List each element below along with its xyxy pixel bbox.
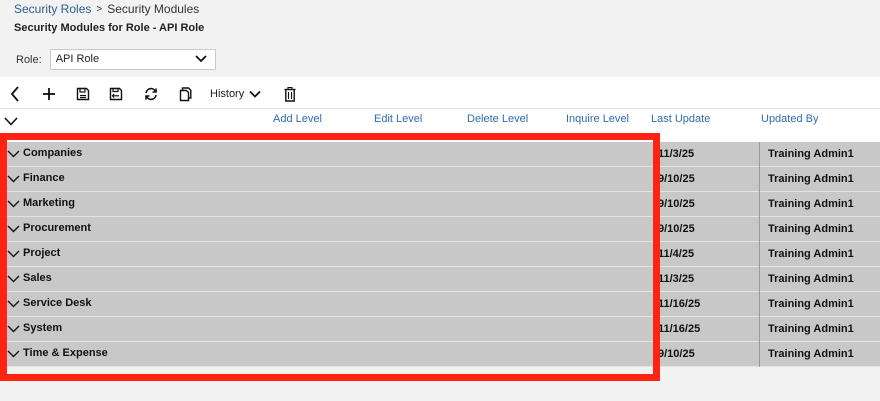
chevron-down-icon[interactable] — [7, 175, 20, 183]
breadcrumb-separator: > — [96, 3, 103, 15]
breadcrumb: Security Roles > Security Modules — [14, 2, 199, 16]
breadcrumb-current: Security Modules — [107, 2, 200, 16]
last-update-value: 9/10/25 — [658, 198, 695, 210]
refresh-button[interactable] — [142, 85, 160, 103]
column-divider — [759, 242, 760, 267]
module-name: Project — [23, 247, 61, 259]
module-name: Finance — [23, 172, 65, 184]
chevron-down-icon[interactable] — [7, 350, 20, 358]
chevron-down-icon[interactable] — [7, 200, 20, 208]
copy-icon — [179, 86, 191, 101]
last-update-value: 11/16/25 — [658, 323, 701, 335]
last-update-value: 9/10/25 — [658, 223, 695, 235]
page-title: Security Modules for Role - API Role — [14, 22, 205, 34]
back-icon — [10, 86, 19, 102]
module-name: Sales — [23, 272, 52, 284]
table-row[interactable]: Service Desk 11/16/25 Training Admin1 — [0, 292, 880, 317]
last-update-value: 11/3/25 — [658, 148, 695, 160]
breadcrumb-security-roles-link[interactable]: Security Roles — [14, 2, 91, 16]
table-row[interactable]: Project 11/4/25 Training Admin1 — [0, 242, 880, 267]
updated-by-value: Training Admin1 — [768, 198, 854, 210]
module-name: Time & Expense — [23, 347, 108, 359]
column-divider — [759, 192, 760, 217]
updated-by-value: Training Admin1 — [768, 148, 854, 160]
last-update-value: 9/10/25 — [658, 348, 695, 360]
trash-icon — [284, 86, 296, 102]
column-inquire-level[interactable]: Inquire Level — [566, 113, 629, 125]
chevron-down-icon[interactable] — [7, 325, 20, 333]
table-row[interactable]: Procurement 9/10/25 Training Admin1 — [0, 217, 880, 242]
refresh-icon — [145, 87, 157, 101]
updated-by-value: Training Admin1 — [768, 173, 854, 185]
updated-by-value: Training Admin1 — [768, 298, 854, 310]
column-divider — [759, 292, 760, 317]
collapse-all-icon[interactable] — [4, 117, 18, 126]
last-update-value: 11/3/25 — [658, 273, 695, 285]
chevron-down-icon — [195, 55, 207, 63]
column-divider — [759, 217, 760, 242]
updated-by-value: Training Admin1 — [768, 323, 854, 335]
column-delete-level[interactable]: Delete Level — [467, 113, 528, 125]
add-icon — [43, 88, 55, 100]
module-list: Companies 11/3/25 Training Admin1 Financ… — [0, 142, 880, 367]
column-divider — [759, 317, 760, 342]
back-button[interactable] — [8, 85, 22, 103]
toolbar: History — [0, 77, 880, 109]
column-updated-by[interactable]: Updated By — [761, 113, 818, 125]
module-name: Procurement — [23, 222, 91, 234]
chevron-down-icon[interactable] — [7, 150, 20, 158]
copy-button[interactable] — [178, 85, 192, 103]
column-divider — [759, 142, 760, 167]
chevron-down-icon — [249, 90, 261, 98]
last-update-value: 11/4/25 — [658, 248, 695, 260]
history-label: History — [210, 88, 245, 100]
table-row[interactable]: Time & Expense 9/10/25 Training Admin1 — [0, 342, 880, 367]
table-row[interactable]: Sales 11/3/25 Training Admin1 — [0, 267, 880, 292]
chevron-down-icon[interactable] — [7, 250, 20, 258]
table-row[interactable]: Companies 11/3/25 Training Admin1 — [0, 142, 880, 167]
module-name: System — [23, 322, 63, 334]
chevron-down-icon[interactable] — [7, 225, 20, 233]
column-divider — [759, 342, 760, 367]
save-button[interactable] — [75, 85, 91, 103]
updated-by-value: Training Admin1 — [768, 248, 854, 260]
column-add-level[interactable]: Add Level — [273, 113, 322, 125]
updated-by-value: Training Admin1 — [768, 223, 854, 235]
table-row[interactable]: Marketing 9/10/25 Training Admin1 — [0, 192, 880, 217]
updated-by-value: Training Admin1 — [768, 273, 854, 285]
module-name: Service Desk — [23, 297, 92, 309]
add-button[interactable] — [41, 85, 57, 103]
history-dropdown[interactable]: History — [210, 85, 261, 103]
role-select[interactable]: API Role — [49, 49, 216, 70]
last-update-value: 11/16/25 — [658, 298, 701, 310]
chevron-down-icon[interactable] — [7, 300, 20, 308]
table-header: Add Level Edit Level Delete Level Inquir… — [0, 109, 880, 142]
table-row[interactable]: Finance 9/10/25 Training Admin1 — [0, 167, 880, 192]
module-name: Companies — [23, 147, 83, 159]
last-update-value: 9/10/25 — [658, 173, 695, 185]
delete-button[interactable] — [283, 85, 297, 103]
role-selector-row: Role: API Role — [16, 49, 216, 70]
module-name: Marketing — [23, 197, 75, 209]
role-select-value: API Role — [55, 53, 100, 65]
column-divider — [759, 167, 760, 192]
save-and-exit-button[interactable] — [108, 85, 124, 103]
role-label: Role: — [16, 53, 42, 66]
save-and-exit-icon — [109, 87, 123, 101]
chevron-down-icon[interactable] — [7, 275, 20, 283]
column-edit-level[interactable]: Edit Level — [374, 113, 422, 125]
column-last-update[interactable]: Last Update — [651, 113, 710, 125]
save-icon — [76, 87, 90, 101]
column-divider — [759, 267, 760, 292]
table-row[interactable]: System 11/16/25 Training Admin1 — [0, 317, 880, 342]
updated-by-value: Training Admin1 — [768, 348, 854, 360]
